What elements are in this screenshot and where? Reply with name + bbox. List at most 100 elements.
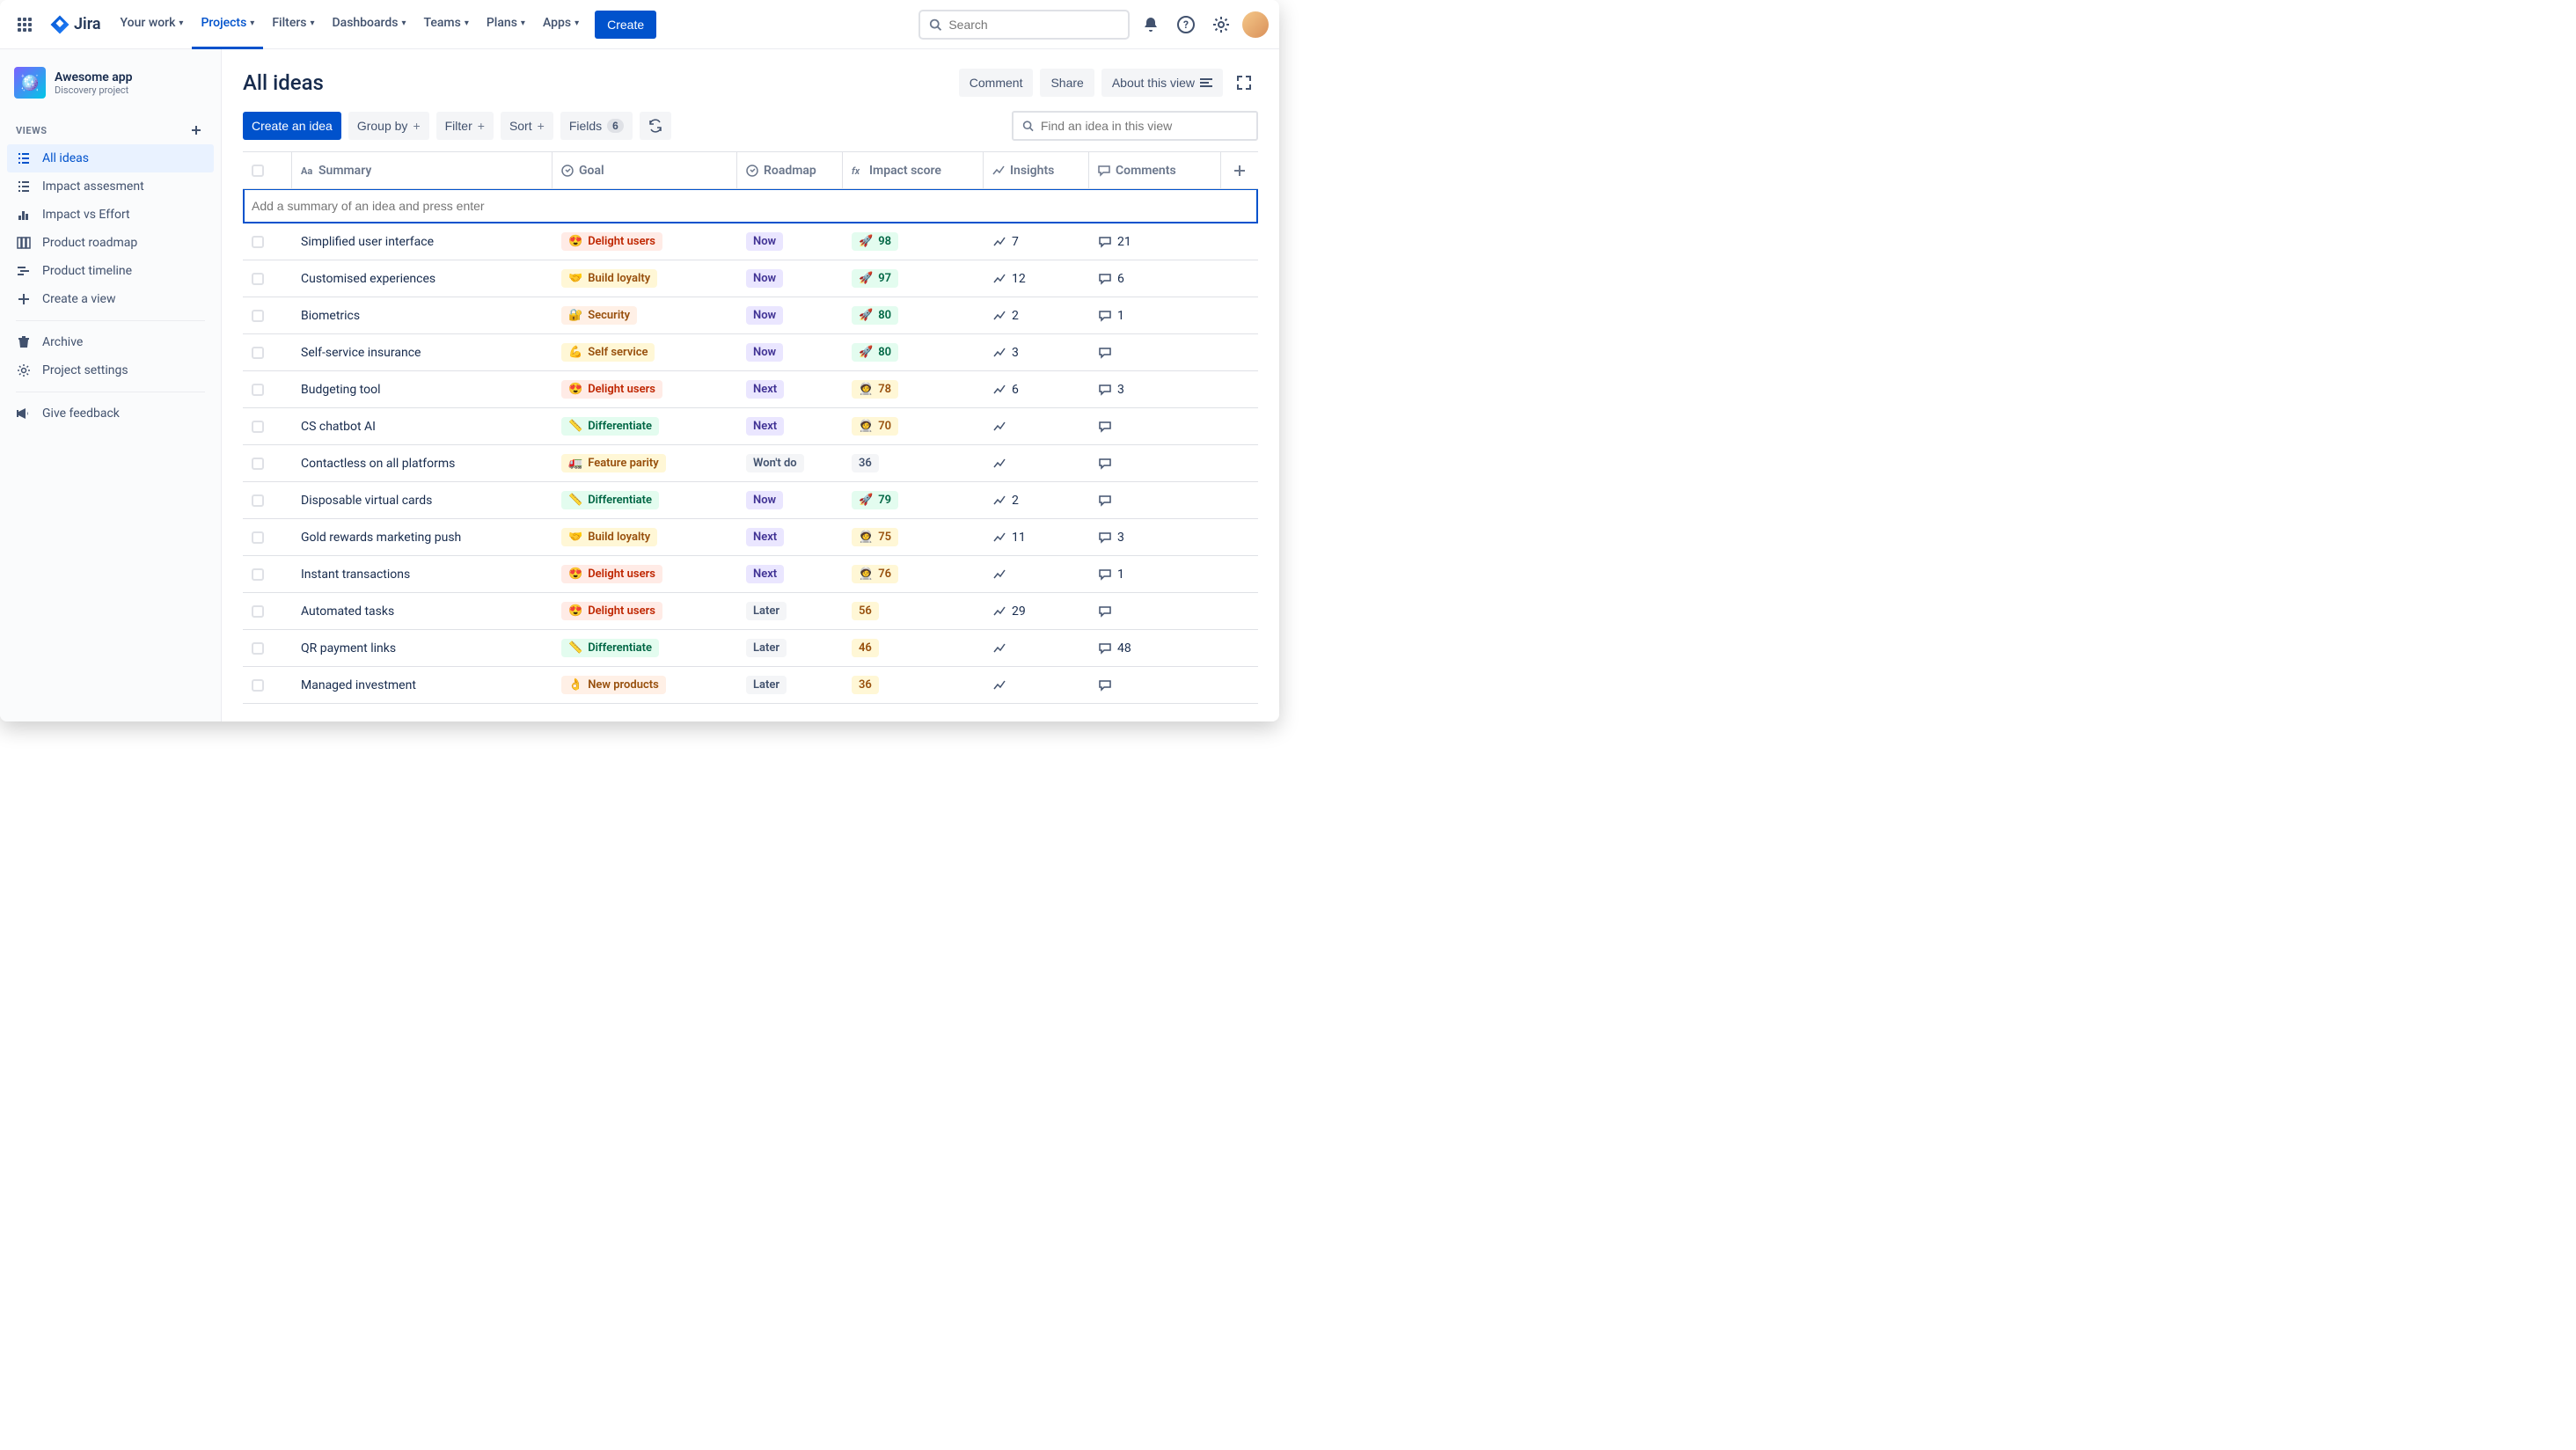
cell-goal[interactable]: 📏Differentiate [553,639,737,657]
cell-roadmap[interactable]: Next [737,528,843,546]
cell-impact[interactable]: 🧑‍🚀76 [843,565,984,583]
comment-button[interactable]: Comment [959,69,1034,97]
cell-insights[interactable] [984,457,1089,471]
cell-goal[interactable]: 😍Delight users [553,565,737,583]
col-summary[interactable]: AaSummary [292,152,553,188]
nav-your-work[interactable]: Your work▾ [112,0,193,49]
select-all-checkbox[interactable] [252,165,264,177]
row-checkbox[interactable] [252,273,264,285]
cell-comments[interactable] [1089,457,1221,471]
create-idea-button[interactable]: Create an idea [243,112,341,140]
cell-goal[interactable]: 🤝Build loyalty [553,528,737,546]
cell-insights[interactable] [984,420,1089,434]
filter-button[interactable]: Filter+ [436,112,494,140]
share-button[interactable]: Share [1040,69,1094,97]
col-impact[interactable]: fxImpact score [843,152,984,188]
table-row[interactable]: Automated tasks 😍Delight users Later 56 … [243,593,1258,630]
table-row[interactable]: Gold rewards marketing push 🤝Build loyal… [243,519,1258,556]
cell-comments[interactable] [1089,494,1221,508]
cell-comments[interactable] [1089,420,1221,434]
cell-goal[interactable]: 💪Self service [553,343,737,362]
col-goal[interactable]: Goal [553,152,737,188]
cell-impact[interactable]: 🧑‍🚀75 [843,528,984,546]
notifications-icon[interactable] [1137,11,1165,39]
sidebar-view-all-ideas[interactable]: All ideas [7,144,214,172]
give-feedback-item[interactable]: Give feedback [7,399,214,428]
fullscreen-icon[interactable] [1230,69,1258,97]
table-row[interactable]: Biometrics 🔐Security Now 🚀80 2 1 [243,297,1258,334]
add-column-button[interactable] [1221,152,1258,188]
table-row[interactable]: Customised experiences 🤝Build loyalty No… [243,260,1258,297]
cell-roadmap[interactable]: Now [737,306,843,325]
create-view-item[interactable]: Create a view [7,285,214,313]
cell-insights[interactable] [984,641,1089,655]
row-checkbox[interactable] [252,421,264,433]
cell-roadmap[interactable]: Won't do [737,454,843,472]
archive-item[interactable]: Archive [7,328,214,356]
col-roadmap[interactable]: Roadmap [737,152,843,188]
sort-button[interactable]: Sort+ [501,112,553,140]
cell-roadmap[interactable]: Later [737,639,843,657]
cell-impact[interactable]: 36 [843,676,984,694]
nav-teams[interactable]: Teams▾ [415,0,478,49]
row-checkbox[interactable] [252,236,264,248]
cell-impact[interactable]: 36 [843,454,984,472]
row-checkbox[interactable] [252,605,264,618]
nav-apps[interactable]: Apps▾ [534,0,588,49]
cell-goal[interactable]: 😍Delight users [553,380,737,399]
group-by-button[interactable]: Group by+ [348,112,429,140]
cell-roadmap[interactable]: Later [737,676,843,694]
cell-roadmap[interactable]: Now [737,343,843,362]
cell-comments[interactable] [1089,346,1221,360]
cell-comments[interactable]: 21 [1089,235,1221,249]
cell-roadmap[interactable]: Now [737,269,843,288]
cell-goal[interactable]: 📏Differentiate [553,417,737,436]
cell-insights[interactable]: 7 [984,235,1089,249]
table-row[interactable]: Budgeting tool 😍Delight users Next 🧑‍🚀78… [243,371,1258,408]
nav-dashboards[interactable]: Dashboards▾ [324,0,415,49]
cell-comments[interactable]: 3 [1089,531,1221,545]
cell-goal[interactable]: 😍Delight users [553,232,737,251]
sidebar-view-impact-assesment[interactable]: Impact assesment [7,172,214,201]
row-checkbox[interactable] [252,384,264,396]
row-checkbox[interactable] [252,310,264,322]
settings-icon[interactable] [1207,11,1235,39]
cell-impact[interactable]: 🚀98 [843,232,984,251]
cell-impact[interactable]: 🚀80 [843,306,984,325]
table-row[interactable]: Self-service insurance 💪Self service Now… [243,334,1258,371]
row-checkbox[interactable] [252,642,264,655]
cell-goal[interactable]: 🔐Security [553,306,737,325]
cell-comments[interactable] [1089,604,1221,619]
cell-comments[interactable]: 6 [1089,272,1221,286]
create-button[interactable]: Create [595,11,656,39]
sidebar-view-product-timeline[interactable]: Product timeline [7,257,214,285]
row-checkbox[interactable] [252,531,264,544]
table-row[interactable]: Simplified user interface 😍Delight users… [243,223,1258,260]
table-row[interactable]: Instant transactions 😍Delight users Next… [243,556,1258,593]
cell-insights[interactable]: 2 [984,494,1089,508]
cell-comments[interactable]: 48 [1089,641,1221,655]
cell-insights[interactable]: 29 [984,604,1089,619]
jira-logo[interactable]: Jira [49,14,101,35]
cell-impact[interactable]: 56 [843,602,984,620]
row-checkbox[interactable] [252,568,264,581]
cell-roadmap[interactable]: Now [737,491,843,509]
row-checkbox[interactable] [252,347,264,359]
sidebar-view-impact-vs-effort[interactable]: Impact vs Effort [7,201,214,229]
table-row[interactable]: Managed investment 👌New products Later 3… [243,667,1258,704]
cell-impact[interactable]: 🚀79 [843,491,984,509]
cell-insights[interactable] [984,678,1089,692]
sidebar-view-product-roadmap[interactable]: Product roadmap [7,229,214,257]
cell-roadmap[interactable]: Next [737,380,843,399]
table-row[interactable]: QR payment links 📏Differentiate Later 46… [243,630,1258,667]
view-search-input[interactable] [1041,119,1248,133]
cell-insights[interactable] [984,568,1089,582]
cell-insights[interactable]: 3 [984,346,1089,360]
global-search[interactable] [918,10,1130,40]
cell-goal[interactable]: 📏Differentiate [553,491,737,509]
cell-impact[interactable]: 🧑‍🚀78 [843,380,984,399]
project-header[interactable]: 🪩 Awesome app Discovery project [7,67,214,116]
cell-impact[interactable]: 🚀80 [843,343,984,362]
fields-button[interactable]: Fields6 [560,112,633,140]
cell-goal[interactable]: 🤝Build loyalty [553,269,737,288]
